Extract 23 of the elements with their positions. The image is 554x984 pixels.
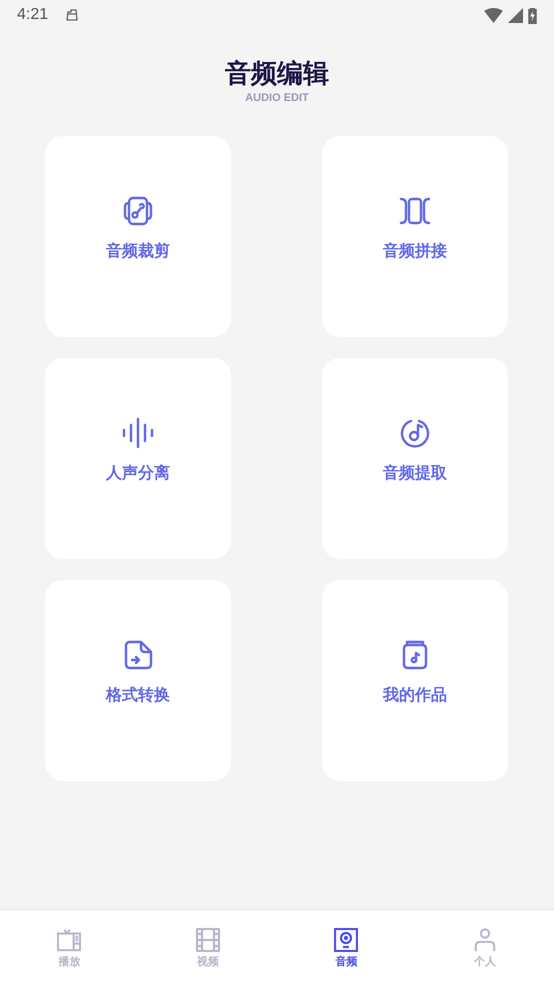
status-time: 4:21 xyxy=(17,6,48,24)
tool-card[interactable]: 人声分离 xyxy=(45,358,231,559)
tool-card[interactable]: 我的作品 xyxy=(322,580,508,781)
tv-icon xyxy=(57,928,82,952)
nav-tab[interactable]: 音频 xyxy=(277,910,416,984)
clipboard-icon xyxy=(65,9,80,21)
tool-card[interactable]: 格式转换 xyxy=(45,580,231,781)
tool-card[interactable]: 音频拼接 xyxy=(322,136,508,337)
battery-icon xyxy=(528,6,537,24)
person-icon xyxy=(472,928,497,952)
tool-card[interactable]: 音频提取 xyxy=(322,358,508,559)
brackets-icon xyxy=(399,195,431,227)
music-disc-icon xyxy=(399,417,431,449)
signal-icon xyxy=(508,8,523,22)
film-icon xyxy=(196,928,220,952)
wifi-icon xyxy=(484,8,503,22)
sound-wave-icon xyxy=(122,417,154,449)
speaker-icon xyxy=(334,928,358,952)
tool-card[interactable]: 音频裁剪 xyxy=(45,136,231,337)
page-title: 音频编辑 xyxy=(225,58,329,90)
music-note-card-icon xyxy=(122,195,154,227)
file-arrow-icon xyxy=(122,639,154,671)
page-subtitle: AUDIO EDIT xyxy=(245,92,309,104)
